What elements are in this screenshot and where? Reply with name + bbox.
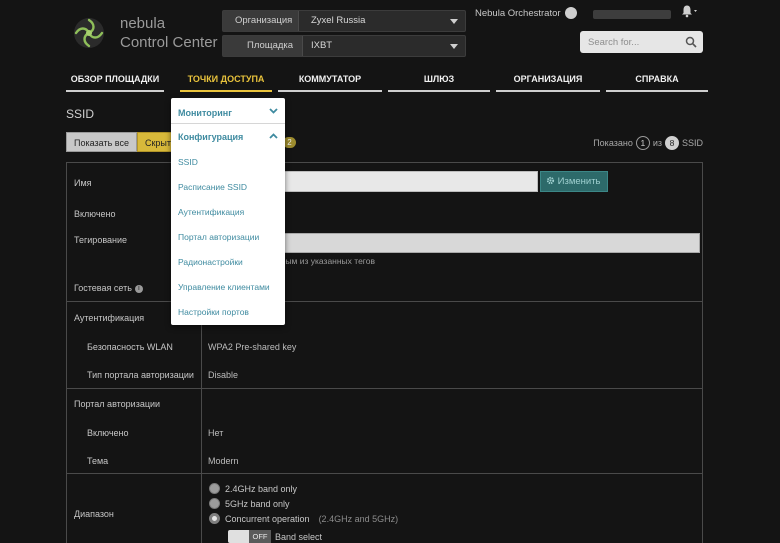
gear-icon [546, 176, 555, 185]
nebula-logo-icon [74, 18, 104, 48]
portal-label: Портал авторизации [74, 399, 161, 409]
menu-item-authentication[interactable]: Аутентификация [178, 207, 244, 217]
ssid-settings-table: Имя Изменить ...чках доступа с любым из … [66, 162, 703, 543]
band-option-5ghz[interactable]: 5GHz band only [209, 498, 290, 509]
show-all-button[interactable]: Показать все [66, 132, 137, 152]
shown-counter: Показано 1 из 8 SSID [593, 136, 703, 150]
rename-button-label: Изменить [557, 176, 601, 187]
chevron-down-icon[interactable] [269, 108, 278, 114]
menu-configuration[interactable]: Конфигурация [178, 132, 243, 142]
chevron-down-icon [450, 19, 458, 24]
band-option-24ghz-label: 2.4GHz band only [225, 483, 298, 494]
band-option-5ghz-label: 5GHz band only [225, 498, 290, 509]
search-icon[interactable] [685, 36, 697, 48]
portal-type-value: Disable [208, 370, 239, 380]
band-select-label: Band select [275, 532, 323, 542]
search-box [580, 31, 703, 53]
tagging-label: Тегирование [74, 235, 128, 245]
band-select-toggle[interactable]: OFF [228, 530, 271, 543]
shown-of: из [652, 138, 662, 148]
menu-monitoring[interactable]: Мониторинг [178, 108, 232, 118]
radio-button[interactable] [209, 483, 220, 494]
shown-total: 8 [664, 136, 679, 150]
shown-current: 1 [635, 136, 650, 150]
organization-select-label: Организация [223, 11, 300, 31]
orchestrator-label: Nebula Orchestrator [475, 8, 561, 19]
organization-select[interactable]: Организация Zyxel Russia [222, 10, 466, 32]
name-label: Имя [74, 178, 92, 188]
portal-enabled-value: Нет [208, 428, 224, 438]
portal-type-label: Тип портала авторизации [87, 370, 194, 380]
menu-divider [171, 123, 285, 124]
notification-bell-icon[interactable] [680, 4, 698, 18]
nav-site-overview[interactable]: ОБЗОР ПЛОЩАДКИ [66, 70, 164, 92]
chevron-down-icon [450, 44, 458, 49]
nav-gateway[interactable]: ШЛЮЗ [388, 70, 490, 92]
auth-label: Аутентификация [74, 313, 145, 323]
menu-item-ssid-schedule[interactable]: Расписание SSID [178, 182, 247, 192]
menu-item-ssid[interactable]: SSID [178, 157, 198, 167]
band-option-concurrent-label: Concurrent operation [225, 513, 310, 524]
menu-item-client-management[interactable]: Управление клиентами [178, 282, 270, 292]
wlan-security-label: Безопасность WLAN [87, 342, 173, 352]
search-input[interactable] [580, 31, 680, 53]
enabled-label: Включено [74, 209, 116, 219]
theme-value: Modern [208, 456, 239, 466]
site-select[interactable]: Площадка IXBT [222, 35, 466, 57]
band-option-24ghz[interactable]: 2.4GHz band only [209, 483, 297, 494]
guest-network-label: Гостевая сеть i [74, 283, 143, 293]
brand-line2: Control Center [120, 34, 218, 51]
site-select-value: IXBT [311, 40, 333, 51]
theme-label: Тема [87, 456, 109, 466]
organization-select-value: Zyxel Russia [311, 15, 366, 26]
band-option-concurrent[interactable]: Concurrent operation (2.4GHz and 5GHz) [209, 513, 398, 524]
access-points-dropdown-menu: Мониторинг Конфигурация SSID Расписание … [171, 98, 285, 325]
band-option-concurrent-note: (2.4GHz and 5GHz) [318, 513, 399, 524]
user-account[interactable] [593, 10, 671, 19]
brand-line1: nebula [120, 15, 166, 32]
guest-network-label-text: Гостевая сеть [74, 283, 132, 293]
orchestrator-toggle[interactable] [565, 7, 577, 19]
filter-buttons: Показать все Скрыть [66, 132, 184, 152]
shown-suffix: SSID [681, 138, 703, 148]
help-icon[interactable]: i [134, 285, 143, 293]
rename-button[interactable]: Изменить [540, 171, 608, 192]
radio-button[interactable] [209, 498, 220, 509]
nav-organization[interactable]: ОРГАНИЗАЦИЯ [496, 70, 600, 92]
wlan-security-value: WPA2 Pre-shared key [208, 342, 297, 352]
menu-item-captive-portal[interactable]: Портал авторизации [178, 232, 259, 242]
nav-access-points[interactable]: ТОЧКИ ДОСТУПА [180, 70, 272, 92]
menu-item-radio-settings[interactable]: Радионастройки [178, 257, 243, 267]
menu-item-port-settings[interactable]: Настройки портов [178, 307, 249, 317]
page-title: SSID [66, 107, 95, 121]
brand-title: nebula Control Center [120, 14, 218, 52]
shown-prefix: Показано [593, 138, 633, 148]
band-label: Диапазон [74, 509, 114, 519]
radio-button-selected[interactable] [209, 513, 220, 524]
nav-help[interactable]: СПРАВКА [606, 70, 708, 92]
nav-switch[interactable]: КОММУТАТОР [278, 70, 382, 92]
site-select-label: Площадка [223, 36, 304, 56]
portal-enabled-label: Включено [87, 428, 129, 438]
band-select-toggle-state: OFF [249, 530, 271, 543]
chevron-up-icon[interactable] [269, 133, 278, 139]
main-nav: ОБЗОР ПЛОЩАДКИ ТОЧКИ ДОСТУПА КОММУТАТОР … [0, 70, 780, 94]
